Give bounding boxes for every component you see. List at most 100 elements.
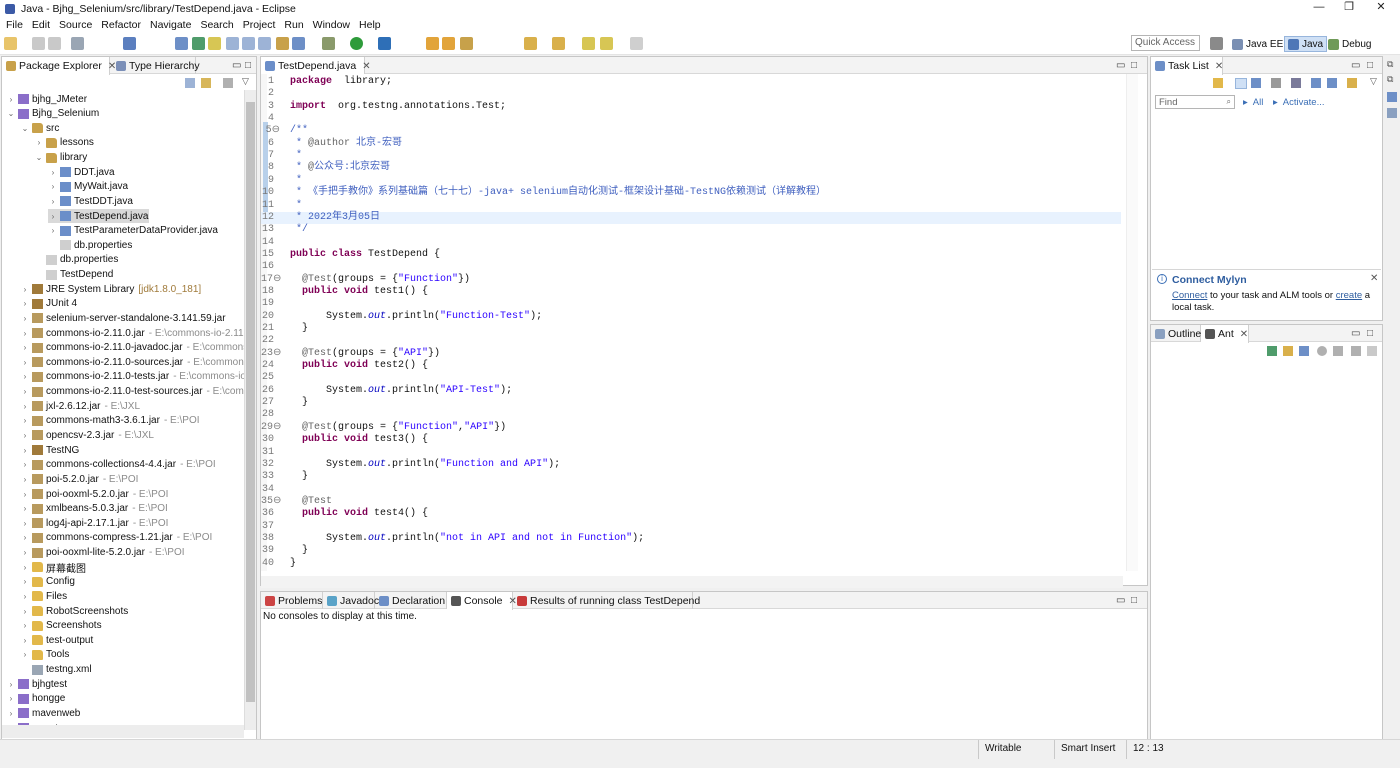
minimize-view-icon[interactable]: ▭ — [1351, 328, 1360, 339]
new-java-project-icon[interactable] — [426, 37, 439, 50]
code-line[interactable]: 8 * @公众号:北京宏哥 — [261, 162, 1121, 174]
expand-arrow-icon[interactable]: › — [20, 314, 30, 323]
tree-item[interactable]: › commons-io-2.11.0.jar - E:\commons-io-2.… — [20, 326, 244, 340]
code-line[interactable]: 26 System.out.println("API-Test"); — [261, 385, 1121, 397]
code-line[interactable]: 27 } — [261, 397, 1121, 409]
expand-arrow-icon[interactable]: › — [20, 504, 30, 513]
code-editor[interactable]: 1 package library; 2 3 import org.testng.… — [261, 74, 1147, 588]
tree-item[interactable]: › commons-collections4-4.4.jar - E:\POI — [20, 458, 216, 472]
expand-arrow-icon[interactable]: › — [20, 490, 30, 499]
tab-console[interactable]: Console ✕ — [447, 592, 517, 610]
view-filter-icon[interactable] — [223, 78, 233, 88]
tree-item[interactable]: › 屏幕截图 — [20, 560, 86, 575]
code-line[interactable]: 34 — [261, 484, 1121, 496]
collapse-arrow-icon[interactable]: ⌄ — [6, 109, 16, 118]
expand-arrow-icon[interactable]: › — [6, 95, 16, 104]
expand-arrow-icon[interactable]: › — [20, 548, 30, 557]
minimize-view-icon[interactable]: ▭ — [1351, 60, 1360, 71]
quick-access-input[interactable]: Quick Access — [1131, 35, 1200, 51]
expand-arrow-icon[interactable]: › — [20, 460, 30, 469]
remove-all-icon[interactable] — [1351, 346, 1361, 356]
tree-item[interactable]: › DDT.java — [48, 165, 115, 179]
code-line[interactable]: 30 public void test3() { — [261, 434, 1121, 446]
restore-icon[interactable]: ⧉ — [1387, 59, 1393, 70]
expand-arrow-icon[interactable]: › — [48, 197, 58, 206]
tree-item[interactable]: › hongge — [6, 692, 66, 706]
tab-javadoc[interactable]: Javadoc — [323, 592, 379, 609]
tree-item[interactable]: ⌄ library — [34, 151, 88, 165]
expand-arrow-icon[interactable]: › — [20, 475, 30, 484]
collapse-all-icon[interactable] — [185, 78, 195, 88]
scheduled-icon[interactable] — [1251, 78, 1261, 88]
add-buildfiles-icon[interactable] — [1267, 346, 1277, 356]
tab-package-explorer[interactable]: Package Explorer ✕ — [2, 57, 116, 75]
minimize-view-icon[interactable]: ▭ — [1116, 60, 1125, 71]
menu-project[interactable]: Project — [243, 19, 276, 31]
tree-item[interactable]: › JRE System Library [jdk1.8.0_181] — [20, 282, 202, 296]
menu-refactor[interactable]: Refactor — [101, 19, 141, 31]
tree-item[interactable]: TestDepend — [34, 268, 113, 282]
hide-completed-icon[interactable] — [1291, 78, 1301, 88]
tree-item[interactable]: › xmlbeans-5.0.3.jar - E:\POI — [20, 502, 168, 516]
tab-ant[interactable]: Ant ✕ — [1201, 325, 1249, 343]
expand-arrow-icon[interactable]: › — [48, 226, 58, 235]
build-icon[interactable] — [276, 37, 289, 50]
expand-arrow-icon[interactable]: › — [20, 446, 30, 455]
view-menu-icon[interactable]: ▽ — [242, 76, 249, 87]
tree-item[interactable]: › Config — [20, 575, 75, 589]
tab-declaration[interactable]: Declaration — [375, 592, 447, 609]
expand-arrow-icon[interactable]: › — [6, 709, 16, 718]
tree-item[interactable]: › selenium-server-standalone-3.141.59.jar — [20, 311, 226, 325]
code-line[interactable]: 35⊖ @Test — [261, 496, 1121, 508]
show-whitespace-icon[interactable] — [242, 37, 255, 50]
expand-arrow-icon[interactable]: › — [48, 182, 58, 191]
expand-arrow-icon[interactable]: › — [34, 138, 44, 147]
coverage-icon[interactable] — [378, 37, 391, 50]
tree-item[interactable]: › commons-io-2.11.0-tests.jar - E:\commons… — [20, 370, 244, 384]
code-line[interactable]: 20 System.out.println("Function-Test"); — [261, 311, 1121, 323]
collapse-arrow-icon[interactable]: ⌄ — [34, 153, 44, 162]
next-annotation-icon[interactable] — [524, 37, 537, 50]
print-icon[interactable] — [71, 37, 84, 50]
tree-item[interactable]: › TestParameterDataProvider.java — [48, 224, 218, 238]
expand-arrow-icon[interactable]: › — [20, 387, 30, 396]
prev-annotation-icon[interactable] — [552, 37, 565, 50]
tree-item[interactable]: › opencsv-2.3.jar - E:\JXL — [20, 428, 154, 442]
code-line[interactable]: 18 public void test1() { — [261, 286, 1121, 298]
tree-scroll-thumb[interactable] — [246, 102, 255, 702]
tree-item[interactable]: › poi-ooxml-5.2.0.jar - E:\POI — [20, 487, 169, 501]
code-line[interactable]: 5⊖ /** — [261, 125, 1121, 137]
menu-source[interactable]: Source — [59, 19, 92, 31]
menu-edit[interactable]: Edit — [32, 19, 50, 31]
activate-task-link[interactable]: ▸ Activate... — [1273, 97, 1325, 108]
expand-arrow-icon[interactable]: › — [20, 519, 30, 528]
restore-icon[interactable]: ⧉ — [1387, 74, 1393, 85]
code-area[interactable]: 1 package library; 2 3 import org.testng.… — [261, 74, 1121, 571]
forward-icon[interactable] — [630, 37, 643, 50]
code-line[interactable]: 16 — [261, 261, 1121, 273]
remove-icon[interactable] — [1333, 346, 1343, 356]
perspective-java-ee[interactable]: Java EE — [1229, 36, 1286, 52]
minimize-button[interactable]: — — [1305, 0, 1333, 17]
tree-item[interactable]: › lessons — [34, 136, 94, 150]
expand-arrow-icon[interactable]: › — [20, 358, 30, 367]
run-target-icon[interactable] — [1317, 346, 1327, 356]
maximize-button[interactable]: ❐ — [1335, 0, 1363, 17]
tab-testdepend-java[interactable]: TestDepend.java ✕ — [261, 57, 371, 75]
task-find-input[interactable]: Find ⌕ — [1155, 95, 1235, 109]
toggle-block-icon[interactable] — [226, 37, 239, 50]
expand-arrow-icon[interactable]: › — [6, 680, 16, 689]
code-line[interactable]: 3 import org.testng.annotations.Test; — [261, 101, 1121, 113]
expand-arrow-icon[interactable]: › — [20, 431, 30, 440]
collapse-all-icon[interactable] — [1311, 78, 1321, 88]
code-line[interactable]: 13 */ — [261, 224, 1121, 236]
tree-item[interactable]: › commons-io-2.11.0-javadoc.jar - E:\commo… — [20, 341, 244, 355]
tree-item[interactable]: testng.xml — [20, 663, 92, 677]
tab-task-list[interactable]: Task List ✕ — [1151, 57, 1223, 75]
menu-run[interactable]: Run — [284, 19, 303, 31]
tree-item[interactable]: › Files — [20, 589, 67, 603]
toggle-mark-icon[interactable] — [175, 37, 188, 50]
hide-internal-targets-icon[interactable] — [1299, 346, 1309, 356]
expand-arrow-icon[interactable]: › — [20, 402, 30, 411]
create-link[interactable]: create — [1336, 290, 1362, 301]
